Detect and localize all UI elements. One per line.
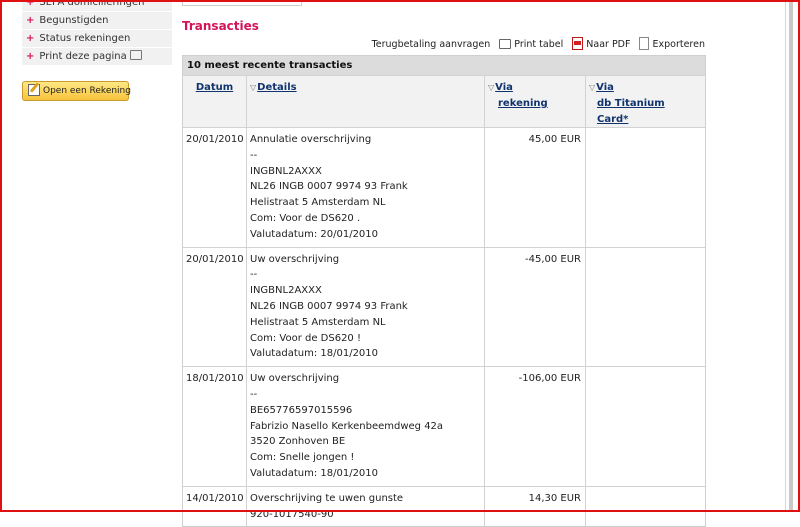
header-via-card: ▽Via db Titanium Card* (585, 76, 705, 127)
pdf-label: Naar PDF (586, 39, 631, 50)
sidebar-item-label: Begunstigden (39, 15, 109, 26)
print-icon (129, 50, 142, 60)
detail-line: Overschrijving te uwen gunste (250, 492, 404, 504)
detail-line: Com: Voor de DS620 ! (250, 332, 361, 344)
transaction-details: Uw overschrijving -- BE65776597015596 Fa… (246, 367, 484, 486)
table-header-row: Datum ▽Details ▽Via rekening ▽Via db Tit… (183, 75, 705, 127)
header-via-account: ▽Via rekening (484, 76, 585, 127)
detail-line: BE65776597015596 (250, 404, 353, 416)
detail-line: Helistraat 5 Amsterdam NL (250, 316, 386, 328)
document-icon (639, 37, 650, 50)
pdf-link[interactable]: Naar PDF (572, 37, 631, 50)
sidebar: + SEPA domiciliëringen + Begunstigden + Sta… (22, 0, 172, 101)
sort-via-account-link-2[interactable]: rekening (498, 98, 548, 109)
refund-request-link[interactable]: Terugbetaling aanvragen (372, 39, 491, 50)
table-row: 18/01/2010 Uw overschrijving -- BE657765… (183, 366, 705, 486)
plus-icon: + (26, 51, 35, 62)
header-details: ▽Details (246, 76, 484, 127)
detail-line: -- (250, 388, 258, 400)
sidebar-item-label: Print deze pagina (39, 51, 127, 62)
transaction-date: 20/01/2010 (186, 253, 244, 265)
plus-icon: + (26, 0, 35, 8)
sort-details-link[interactable]: Details (257, 82, 296, 93)
pdf-icon (572, 37, 584, 50)
open-account-label: Open een Rekening (43, 86, 131, 96)
table-actions: Terugbetaling aanvragen Print tabel Naar… (366, 37, 705, 51)
window-scroll-edge (789, 0, 793, 512)
transaction-details: Annulatie overschrijving -- INGBNL2AXXX … (246, 128, 484, 247)
sort-arrow-icon: ▽ (488, 83, 495, 92)
transaction-details: Uw overschrijving -- INGBNL2AXXX NL26 IN… (246, 247, 484, 367)
transaction-amount: -106,00 EUR (484, 367, 585, 486)
transactions-table: 10 meest recente transacties Datum ▽Deta… (182, 55, 706, 527)
table-row: 14/01/2010 Overschrijving te uwen gunste… (183, 485, 705, 527)
sidebar-item-account-status[interactable]: + Status rekeningen (22, 30, 172, 48)
edit-note-icon (28, 83, 40, 96)
detail-line: 3520 Zonhoven BE (250, 436, 346, 448)
detail-line: Uw overschrijving (250, 253, 340, 265)
sort-via-card-link-3[interactable]: Card* (597, 114, 628, 125)
table-row: 20/01/2010 Uw overschrijving -- INGBNL2A… (183, 246, 705, 367)
transaction-card-amount (585, 247, 705, 367)
detail-line: Valutadatum: 20/01/2010 (250, 228, 379, 240)
sidebar-item-label: SEPA domiciliëringen (39, 0, 145, 8)
sort-via-card-link-2[interactable]: db Titanium (597, 98, 665, 109)
sort-via-card-link[interactable]: Via (596, 82, 614, 93)
detail-line: 920-1017540-90 (250, 508, 334, 520)
sidebar-item-label: Status rekeningen (39, 33, 131, 44)
transaction-card-amount (585, 367, 705, 486)
sidebar-item-sepa[interactable]: + SEPA domiciliëringen (22, 0, 172, 12)
print-table-link[interactable]: Print tabel (499, 38, 564, 50)
transaction-amount: 14,30 EUR (484, 486, 585, 527)
transaction-date: 14/01/2010 (186, 492, 244, 504)
table-caption: 10 meest recente transacties (183, 56, 705, 75)
detail-line: Annulatie overschrijving (250, 134, 372, 145)
sort-date-link[interactable]: Datum (196, 82, 233, 93)
top-partial-box (182, 0, 302, 6)
detail-line: INGBNL2AXXX (250, 165, 322, 177)
transaction-date: 18/01/2010 (186, 373, 244, 385)
content-edge-line (785, 0, 786, 512)
detail-line: INGBNL2AXXX (250, 285, 322, 297)
export-label: Exporteren (652, 39, 705, 50)
detail-line: Valutadatum: 18/01/2010 (250, 348, 379, 360)
transaction-card-amount (585, 486, 705, 527)
export-link[interactable]: Exporteren (639, 37, 705, 50)
detail-line: NL26 INGB 0007 9974 93 Frank (250, 300, 408, 312)
detail-line: -- (250, 269, 258, 281)
detail-line: Helistraat 5 Amsterdam NL (250, 197, 386, 209)
plus-icon: + (26, 15, 35, 26)
print-icon (499, 38, 512, 49)
header-date: Datum (183, 76, 246, 127)
detail-line: Uw overschrijving (250, 373, 340, 385)
sort-via-account-link[interactable]: Via (495, 82, 513, 93)
detail-line: -- (250, 149, 258, 161)
detail-line: Valutadatum: 18/01/2010 (250, 467, 379, 479)
print-table-label: Print tabel (514, 39, 564, 50)
sidebar-item-beneficiaries[interactable]: + Begunstigden (22, 12, 172, 30)
detail-line: Com: Snelle jongen ! (250, 452, 355, 464)
transaction-card-amount (585, 128, 705, 247)
transaction-details: Overschrijving te uwen gunste 920-101754… (246, 486, 484, 527)
sort-arrow-icon: ▽ (250, 83, 257, 92)
page-title: Transacties (182, 19, 259, 33)
detail-line: Fabrizio Nasello Kerkenbeemdweg 42a (250, 420, 444, 432)
table-row: 20/01/2010 Annulatie overschrijving -- I… (183, 127, 705, 247)
transaction-amount: -45,00 EUR (484, 247, 585, 367)
transaction-amount: 45,00 EUR (484, 128, 585, 247)
sort-arrow-icon: ▽ (589, 83, 596, 92)
detail-line: Com: Voor de DS620 . (250, 212, 361, 224)
detail-line: NL26 INGB 0007 9974 93 Frank (250, 181, 408, 193)
sidebar-item-print-page[interactable]: + Print deze pagina (22, 48, 172, 66)
transaction-date: 20/01/2010 (186, 134, 244, 145)
open-account-button[interactable]: Open een Rekening (22, 81, 131, 101)
plus-icon: + (26, 33, 35, 44)
